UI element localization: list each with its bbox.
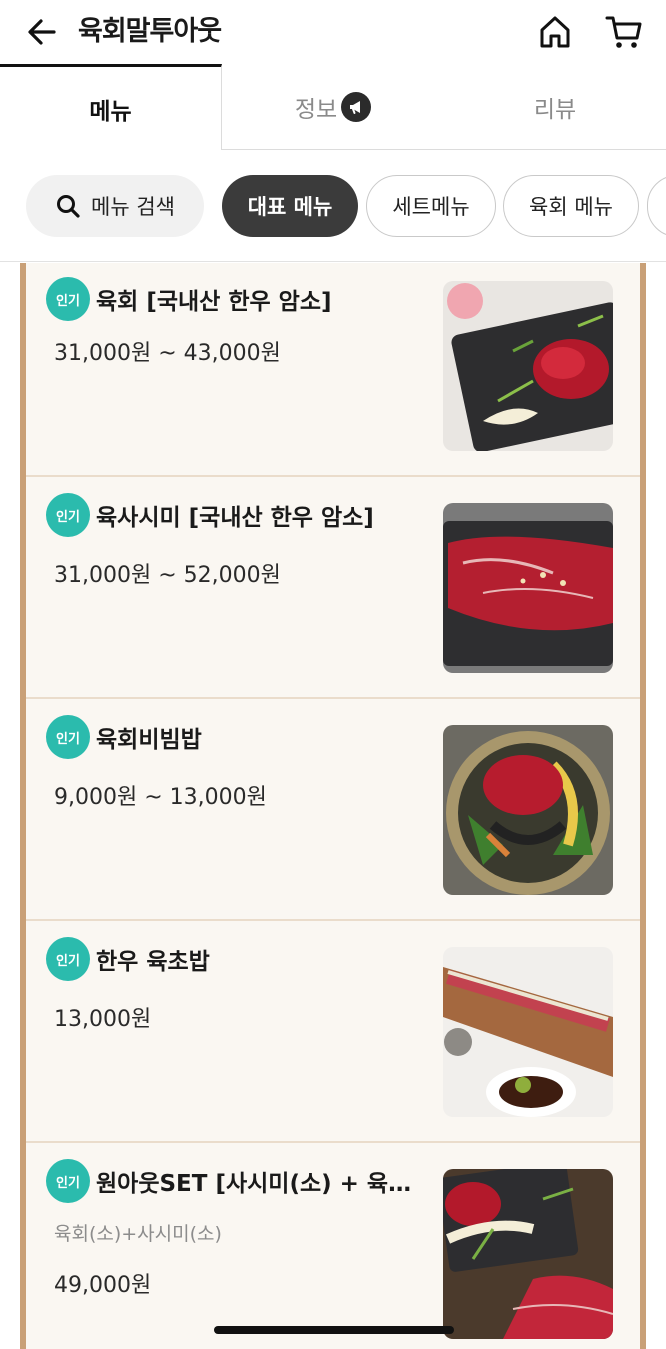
chip-next-partial[interactable] — [647, 175, 666, 237]
megaphone-icon — [341, 91, 372, 122]
menu-item-price: 9,000원 ~ 13,000원 — [54, 785, 267, 810]
tab-bar: 메뉴 정보 리뷰 — [0, 64, 666, 150]
cart-button[interactable] — [602, 11, 646, 53]
menu-item-price: 49,000원 — [54, 1273, 152, 1298]
arrow-left-icon — [28, 19, 56, 45]
menu-item-image — [443, 725, 613, 895]
menu-item-price: 31,000원 ~ 52,000원 — [54, 563, 281, 588]
menu-item-image — [443, 503, 613, 673]
menu-item-image — [443, 281, 613, 451]
tab-info-label: 정보 — [294, 96, 338, 123]
page-title: 육회말투아웃 — [78, 16, 222, 47]
menu-list: 인기 육회 [국내산 한우 암소] 31,000원 ~ 43,000원 인기 육… — [0, 263, 666, 1349]
app-header: 육회말투아웃 — [0, 0, 666, 64]
home-icon — [540, 16, 570, 48]
cart-icon — [605, 16, 642, 48]
tab-menu-label: 메뉴 — [89, 98, 132, 125]
popular-badge: 인기 — [48, 279, 88, 319]
chip-set-menu[interactable]: 세트메뉴 — [366, 175, 496, 237]
popular-badge: 인기 — [48, 717, 88, 757]
chip-yukhoe-menu[interactable]: 육회 메뉴 — [503, 175, 639, 237]
menu-item-name: 육회 [국내산 한우 암소] — [96, 289, 332, 315]
menu-item-image — [443, 1169, 613, 1339]
popular-badge: 인기 — [48, 495, 88, 535]
popular-badge: 인기 — [48, 939, 88, 979]
category-chips: 메뉴 검색 대표 메뉴 세트메뉴 육회 메뉴 — [0, 150, 666, 262]
back-button[interactable] — [22, 12, 62, 52]
search-icon — [55, 193, 81, 219]
popular-badge: 인기 — [48, 1161, 88, 1201]
menu-item[interactable]: 인기 원아웃SET [사시미(소) + 육… 육회(소)+사시미(소) 49,0… — [26, 1143, 640, 1349]
tab-review[interactable]: 리뷰 — [444, 64, 666, 150]
menu-item-description: 육회(소)+사시미(소) — [54, 1223, 222, 1245]
menu-item-name: 한우 육초밥 — [96, 949, 210, 975]
menu-item[interactable]: 인기 한우 육초밥 13,000원 — [26, 921, 640, 1143]
menu-item-price: 13,000원 — [54, 1007, 152, 1032]
menu-item-name: 육사시미 [국내산 한우 암소] — [96, 505, 374, 531]
menu-search-button[interactable]: 메뉴 검색 — [26, 175, 204, 237]
menu-item[interactable]: 인기 육회 [국내산 한우 암소] 31,000원 ~ 43,000원 — [26, 263, 640, 477]
menu-search-label: 메뉴 검색 — [91, 195, 175, 219]
home-indicator — [214, 1326, 454, 1334]
tab-menu[interactable]: 메뉴 — [0, 64, 222, 150]
menu-item-name: 원아웃SET [사시미(소) + 육… — [96, 1171, 412, 1197]
menu-board: 인기 육회 [국내산 한우 암소] 31,000원 ~ 43,000원 인기 육… — [20, 263, 646, 1349]
menu-item[interactable]: 인기 육사시미 [국내산 한우 암소] 31,000원 ~ 52,000원 — [26, 477, 640, 699]
menu-item-price: 31,000원 ~ 43,000원 — [54, 341, 281, 366]
menu-item-name: 육회비빔밥 — [96, 727, 202, 753]
tab-review-label: 리뷰 — [533, 96, 577, 123]
menu-item-image — [443, 947, 613, 1117]
home-button[interactable] — [534, 11, 576, 53]
menu-item[interactable]: 인기 육회비빔밥 9,000원 ~ 13,000원 — [26, 699, 640, 921]
tab-info[interactable]: 정보 — [222, 64, 444, 150]
chip-representative-menu[interactable]: 대표 메뉴 — [222, 175, 358, 237]
